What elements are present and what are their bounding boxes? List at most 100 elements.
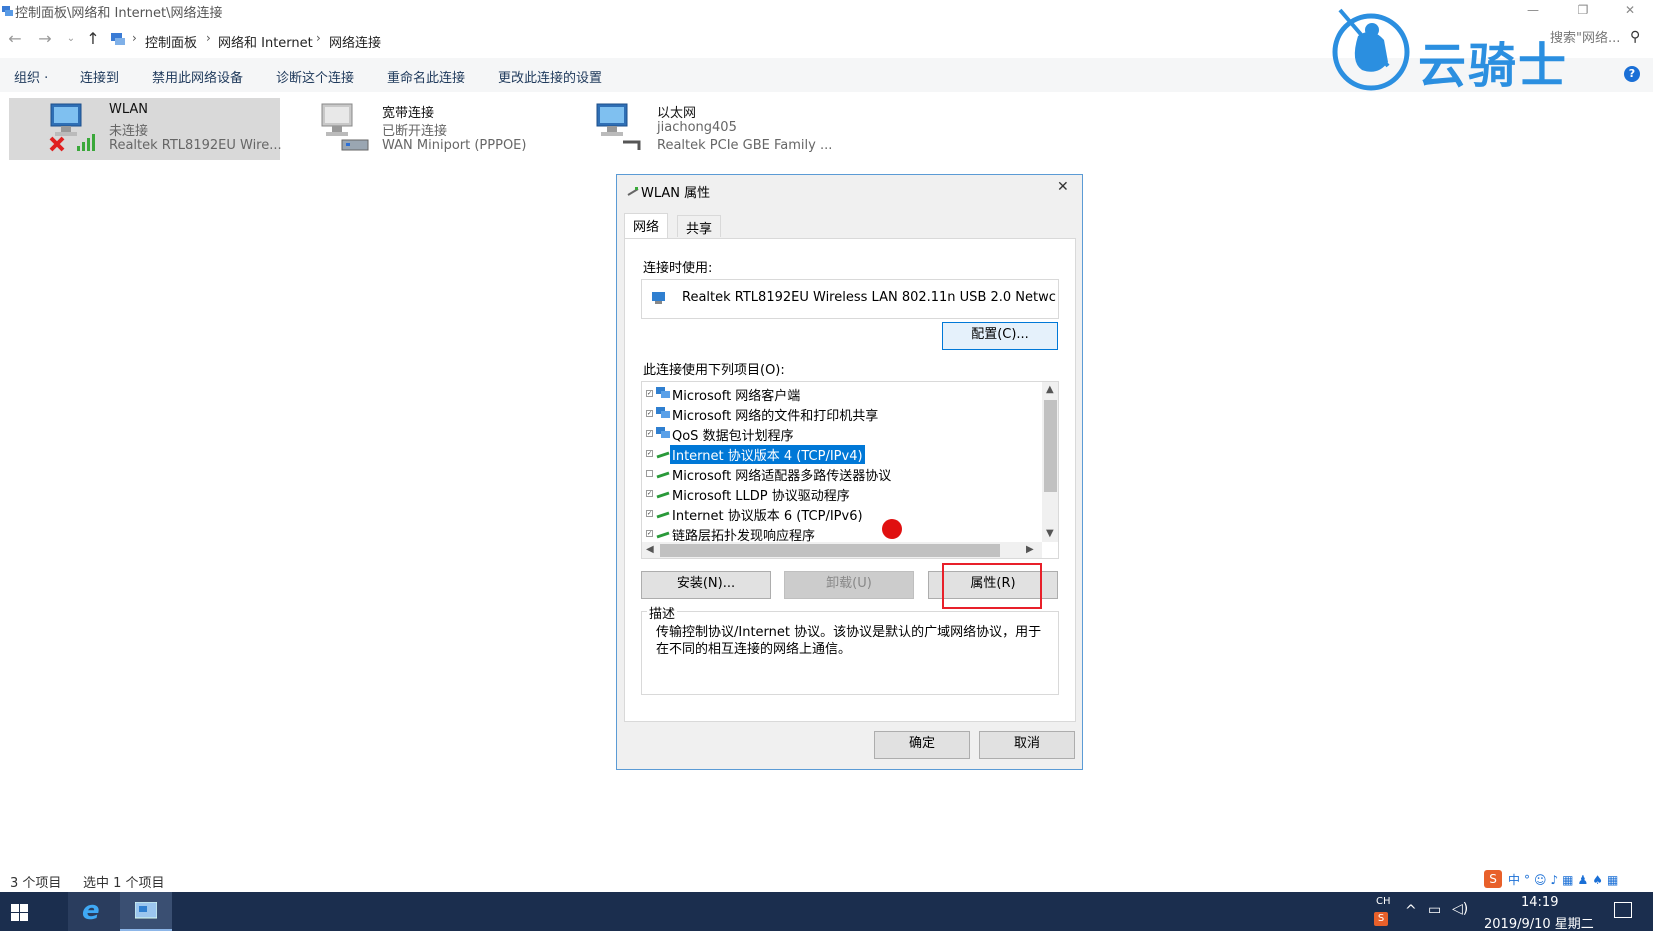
control-panel-icon: [111, 33, 125, 45]
connection-status: 未连接: [109, 124, 149, 139]
connection-name: 以太网: [657, 106, 697, 121]
watermark-text: 云骑士: [1418, 38, 1569, 94]
description-text: 传输控制协议/Internet 协议。该协议是默认的广域网络协议，用于在不同的相…: [656, 625, 1042, 657]
knight-logo-icon: [1332, 8, 1410, 91]
breadcrumb-control-panel[interactable]: 控制面板: [145, 32, 197, 51]
highlight-annotation: [942, 563, 1042, 609]
language-indicator[interactable]: CH: [1376, 896, 1391, 907]
horizontal-scroll-thumb[interactable]: [660, 544, 1000, 557]
item-checkbox[interactable]: ✓: [646, 530, 653, 537]
windows-logo-icon: [11, 904, 28, 921]
connect-to-button[interactable]: 连接到: [80, 67, 119, 86]
connection-tile-ethernet[interactable]: 以太网 jiachong405 Realtek PCIe GBE Family …: [557, 98, 837, 160]
control-panel-icon: [135, 902, 157, 919]
show-hidden-icons-chevron-icon[interactable]: ^: [1405, 903, 1417, 919]
clock-date[interactable]: 2019/9/10 星期二: [1484, 913, 1594, 932]
diagnose-button[interactable]: 诊断这个连接: [276, 67, 354, 86]
scroll-left-icon[interactable]: ◀: [646, 544, 654, 555]
network-client-icon: [656, 427, 670, 438]
tab-sharing[interactable]: 共享: [677, 215, 722, 237]
item-checkbox[interactable]: ✓: [646, 390, 653, 397]
search-icon[interactable]: ⚲: [1630, 29, 1640, 45]
change-settings-button[interactable]: 更改此连接的设置: [498, 67, 602, 86]
scroll-down-icon[interactable]: ▼: [1046, 528, 1054, 539]
network-tray-icon[interactable]: ▭: [1428, 902, 1441, 918]
connect-using-label: 连接时使用:: [643, 261, 713, 276]
start-button[interactable]: [0, 892, 40, 931]
broadband-icon: [321, 103, 369, 151]
ime-toolbar[interactable]: S 中°☺♪▦♟♠▦: [1478, 868, 1653, 892]
wlan-properties-dialog: WLAN 属性 ✕ 网络 共享 连接时使用: Realtek RTL8192EU…: [616, 174, 1083, 770]
item-label: Internet 协议版本 6 (TCP/IPv6): [672, 509, 863, 524]
wlan-small-icon: [627, 187, 639, 196]
connection-name: WLAN: [109, 102, 149, 117]
volume-icon[interactable]: ◁): [1452, 901, 1468, 917]
scroll-right-icon[interactable]: ▶: [1026, 544, 1034, 555]
components-list[interactable]: ✓ Microsoft 网络客户端 ✓ Microsoft 网络的文件和打印机共…: [641, 381, 1059, 559]
connection-device: WAN Miniport (PPPOE): [382, 138, 527, 153]
item-checkbox[interactable]: [646, 470, 653, 477]
item-label: Microsoft 网络适配器多路传送器协议: [672, 469, 892, 484]
connection-tile-wlan[interactable]: WLAN 未连接 Realtek RTL8192EU Wire...: [9, 98, 282, 160]
adapter-name: Realtek RTL8192EU Wireless LAN 802.11n U…: [682, 290, 1056, 305]
forward-arrow-icon[interactable]: →: [34, 30, 56, 50]
ethernet-icon: [596, 103, 641, 150]
item-checkbox[interactable]: ✓: [646, 410, 653, 417]
disable-device-button[interactable]: 禁用此网络设备: [152, 67, 243, 86]
dialog-close-button[interactable]: ✕: [1057, 179, 1069, 195]
protocol-icon: [656, 491, 670, 499]
network-client-icon: [656, 387, 670, 398]
horizontal-scrollbar[interactable]: ◀ ▶: [642, 542, 1042, 558]
item-checkbox[interactable]: ✓: [646, 490, 653, 497]
internet-explorer-icon: e: [82, 896, 100, 926]
breadcrumb-separator: ›: [132, 31, 137, 45]
item-label: QoS 数据包计划程序: [672, 429, 794, 444]
dialog-title: WLAN 属性: [641, 186, 711, 201]
protocol-icon: [656, 471, 670, 479]
item-label: Microsoft 网络客户端: [672, 389, 801, 404]
connection-device: Realtek RTL8192EU Wire...: [109, 138, 282, 153]
ok-button[interactable]: 确定: [874, 731, 970, 759]
install-button[interactable]: 安装(N)...: [641, 571, 771, 599]
scroll-up-icon[interactable]: ▲: [1046, 384, 1054, 395]
configure-button[interactable]: 配置(C)...: [942, 322, 1058, 350]
network-adapter-icon: [652, 292, 665, 304]
connection-tile-broadband[interactable]: 宽带连接 已断开连接 WAN Miniport (PPPOE): [282, 98, 557, 160]
items-label: 此连接使用下列项目(O):: [643, 363, 785, 378]
breadcrumb-separator: ›: [316, 31, 321, 45]
connection-name: 宽带连接: [382, 106, 435, 121]
network-client-icon: [656, 407, 670, 418]
taskbar-ie[interactable]: e: [68, 892, 120, 931]
item-label: Microsoft LLDP 协议驱动程序: [672, 489, 850, 504]
action-center-icon[interactable]: [1614, 902, 1632, 918]
connection-status: 已断开连接: [382, 124, 448, 139]
breadcrumb-network-internet[interactable]: 网络和 Internet: [218, 32, 313, 51]
up-arrow-icon[interactable]: ↑: [82, 30, 104, 50]
uninstall-button[interactable]: 卸载(U): [784, 571, 914, 599]
ime-tools-icon[interactable]: 中°☺♪▦♟♠▦: [1508, 871, 1622, 888]
rename-button[interactable]: 重命名此连接: [387, 67, 465, 86]
connection-status: jiachong405: [657, 120, 737, 135]
vertical-scroll-thumb[interactable]: [1044, 400, 1057, 492]
item-checkbox[interactable]: ✓: [646, 430, 653, 437]
cancel-button[interactable]: 取消: [979, 731, 1075, 759]
item-checkbox[interactable]: ✓: [646, 450, 653, 457]
tab-network[interactable]: 网络: [624, 213, 669, 239]
recent-chevron-icon[interactable]: ⌄: [60, 30, 82, 50]
selected-count: 选中 1 个项目: [83, 876, 165, 891]
sogou-ime-icon[interactable]: S: [1484, 870, 1502, 888]
description-group: 传输控制协议/Internet 协议。该协议是默认的广域网络协议，用于在不同的相…: [641, 611, 1059, 695]
breadcrumb-network-connections[interactable]: 网络连接: [329, 32, 381, 51]
item-label: Microsoft 网络的文件和打印机共享: [672, 409, 879, 424]
organize-menu[interactable]: 组织 ·: [14, 67, 48, 86]
sogou-tray-icon[interactable]: S: [1374, 912, 1388, 926]
vertical-scrollbar[interactable]: ▲ ▼: [1042, 382, 1058, 542]
item-count: 3 个项目: [10, 876, 62, 891]
item-checkbox[interactable]: ✓: [646, 510, 653, 517]
back-arrow-icon[interactable]: ←: [4, 30, 26, 50]
taskbar: e CH S ^ ▭ ◁) 14:19 2019/9/10 星期二: [0, 892, 1653, 932]
protocol-icon: [656, 451, 670, 459]
cursor-indicator: [882, 519, 902, 539]
clock-time[interactable]: 14:19: [1521, 895, 1558, 910]
taskbar-network-connections[interactable]: [120, 892, 172, 931]
